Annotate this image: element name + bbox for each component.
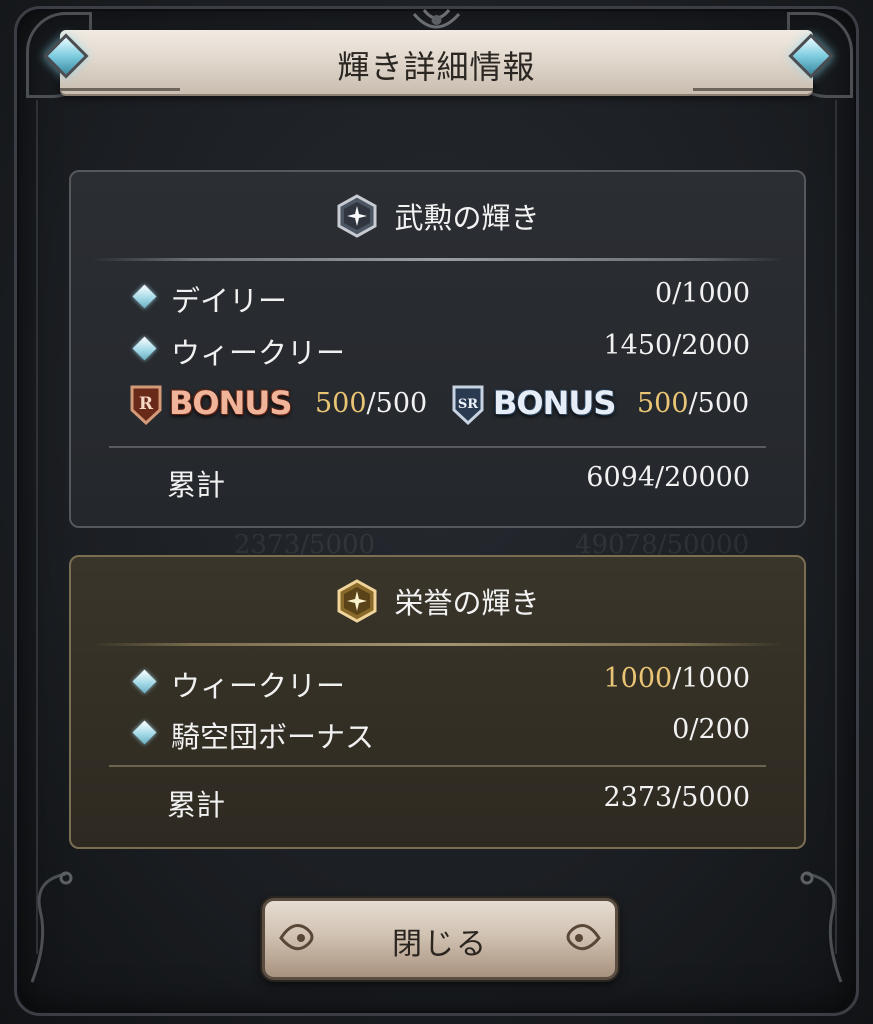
total-row: 累計 2373/5000 <box>131 782 750 822</box>
list-item: ウィークリー 1450/2000 <box>131 330 750 370</box>
total-row: 累計 6094/20000 <box>131 462 750 502</box>
corner-ornament-bottom-right <box>800 871 843 983</box>
r-badge-icon: R <box>130 385 162 426</box>
svg-text:SR: SR <box>458 397 478 412</box>
buin-shine-panel: 武勲の輝き デイリー 0/1000 ウィークリー 1450/2000 R BON… <box>69 170 806 528</box>
panel-title: 栄誉の輝き <box>394 586 540 620</box>
row-label: ウィークリー <box>171 669 346 703</box>
gold-crest-icon <box>337 579 377 623</box>
silver-crest-icon <box>337 194 377 238</box>
row-value: 0/1000 <box>655 278 750 309</box>
row-label: ウィークリー <box>171 336 346 370</box>
list-item: 騎空団ボーナス 0/200 <box>131 714 750 754</box>
sr-bonus-row: SR BONUS 500/500 <box>451 384 751 430</box>
diamond-bullet-icon <box>132 284 157 309</box>
diamond-bullet-icon <box>132 720 157 745</box>
corner-ornament-bottom-left <box>30 871 73 983</box>
bonus-label: BONUS <box>493 384 616 422</box>
sr-badge-icon: SR <box>452 385 484 426</box>
total-divider <box>109 765 766 767</box>
r-bonus-row: R BONUS 500/500 <box>129 384 429 430</box>
eiyo-shine-panel: 栄誉の輝き ウィークリー 1000/1000 騎空団ボーナス 0/200 累計 … <box>69 555 806 849</box>
panel-title: 武勲の輝き <box>394 201 540 235</box>
row-label: デイリー <box>171 284 288 318</box>
bonus-label: BONUS <box>169 384 292 422</box>
svg-text:R: R <box>139 394 154 414</box>
panel-header: 武勲の輝き <box>71 194 804 244</box>
dialog-title: 輝き詳細情報 <box>337 48 536 86</box>
row-value: 1450/2000 <box>603 330 750 361</box>
row-label: 騎空団ボーナス <box>171 720 375 754</box>
total-label: 累計 <box>167 468 226 502</box>
diamond-bullet-icon <box>132 336 157 361</box>
diamond-bullet-icon <box>132 669 157 694</box>
list-item: デイリー 0/1000 <box>131 278 750 318</box>
total-value: 2373/5000 <box>603 782 750 813</box>
row-value: 1000/1000 <box>603 663 750 694</box>
panel-header: 栄誉の輝き <box>71 579 804 629</box>
header-divider <box>91 258 784 261</box>
close-button[interactable]: 閉じる <box>262 898 618 980</box>
button-ornament-right <box>566 924 601 951</box>
bonus-value: 500/500 <box>637 388 750 419</box>
bonus-value: 500/500 <box>315 388 428 419</box>
title-banner: 輝き詳細情報 <box>60 30 813 94</box>
total-divider <box>109 446 766 448</box>
row-value: 0/200 <box>672 714 750 745</box>
total-label: 累計 <box>167 788 226 822</box>
shine-detail-dialog: 輝き詳細情報 2373/5000 49078/50000 武勲の輝き デイリー … <box>0 0 873 1024</box>
list-item: ウィークリー 1000/1000 <box>131 663 750 703</box>
header-divider <box>91 643 784 646</box>
total-value: 6094/20000 <box>586 462 750 493</box>
